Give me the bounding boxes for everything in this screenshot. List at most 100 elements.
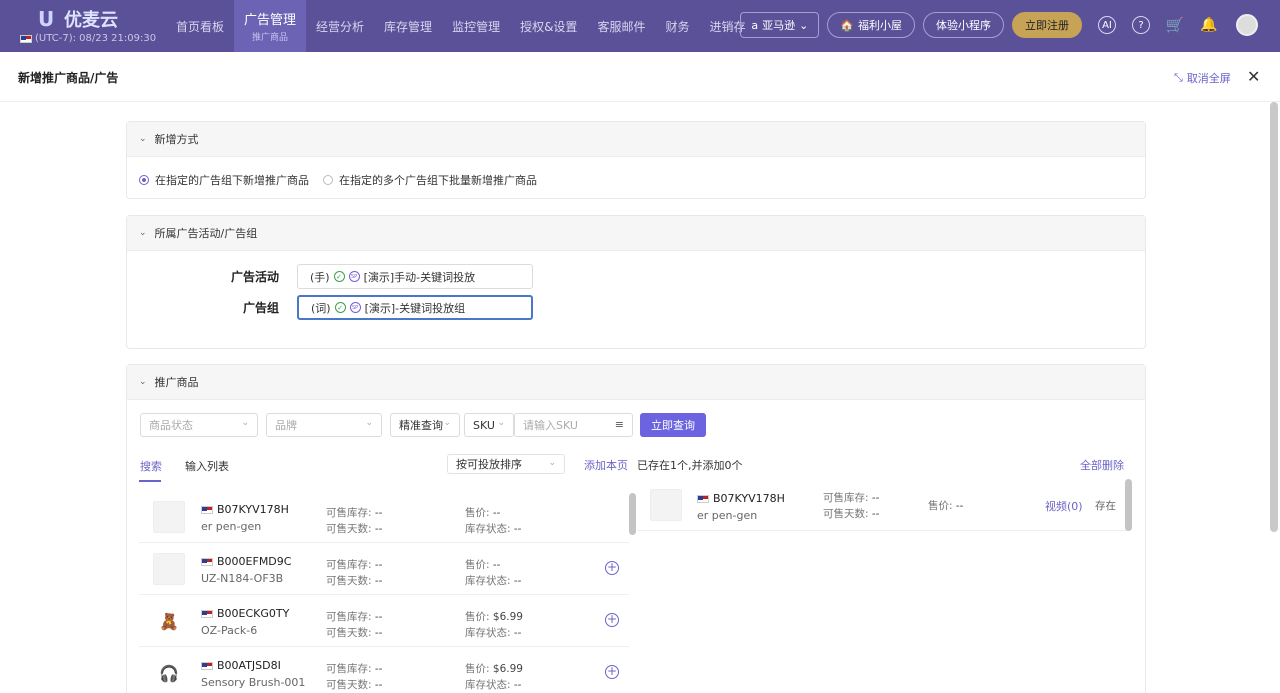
asin-text: B000EFMD9C [217, 555, 292, 568]
asin-text: B00ATJSD8I [217, 659, 281, 672]
nav-ads-management[interactable]: 广告管理 推广商品 [234, 0, 307, 52]
added-scrollbar[interactable] [1125, 479, 1132, 531]
product-thumbnail [650, 489, 682, 521]
add-page-link[interactable]: 添加本页 [584, 457, 628, 473]
ai-icon[interactable]: AI [1098, 16, 1116, 34]
field-value: -- [374, 627, 383, 639]
chevron-down-icon: ⌄ [139, 228, 147, 238]
days-field: 可售天数: -- [326, 677, 382, 692]
nav-label: 经营分析 [316, 19, 365, 34]
chevron-down-icon: ⌄ [548, 458, 556, 468]
field-select[interactable]: SKU ⌄ [464, 413, 514, 437]
list-item: 🧸 B00ECKG0TY OZ-Pack-6 可售库存: -- 可售天数: --… [139, 595, 629, 647]
radio-multi-group[interactable]: 在指定的多个广告组下批量新增推广商品 [323, 172, 537, 188]
product-thumbnail [153, 501, 185, 533]
exists-status: 存在 [1095, 500, 1116, 512]
field-value: -- [871, 508, 880, 520]
shrink-icon: ⤡ [1174, 71, 1183, 84]
field-value: -- [374, 575, 383, 587]
nav-finance[interactable]: 财务 [655, 0, 699, 52]
products-header[interactable]: ⌄ 推广商品 [127, 365, 1145, 400]
nav-business-analysis[interactable]: 经营分析 [306, 0, 374, 52]
mini-program-label: 体验小程序 [936, 19, 991, 32]
chevron-down-icon: ⌄ [365, 418, 373, 428]
asin-text: B07KYV178H [217, 503, 289, 516]
cart-icon[interactable]: 🛒 [1166, 16, 1185, 34]
results-scrollbar[interactable] [629, 493, 636, 535]
product-asin: B00ECKG0TY [201, 607, 289, 620]
tab-input-list[interactable]: 输入列表 [185, 458, 229, 474]
field-label: 库存状态: [465, 523, 511, 535]
ad-group-select[interactable]: (词) ✓ SP [演示]-关键词投放组 [297, 295, 533, 320]
field-value: -- [374, 663, 383, 675]
page-scrollbar[interactable] [1270, 102, 1278, 532]
query-button[interactable]: 立即查询 [640, 413, 706, 437]
group-type: (词) [311, 301, 331, 315]
nav-service-mail[interactable]: 客服邮件 [587, 0, 655, 52]
timezone-clock: (UTC-7): 08/23 21:09:30 [20, 33, 156, 44]
campaign-value: [演示]手动-关键词投放 [363, 270, 476, 284]
radio-single-group[interactable]: 在指定的广告组下新增推广商品 [139, 172, 309, 188]
nav-monitoring[interactable]: 监控管理 [442, 0, 510, 52]
nav-label: 客服邮件 [597, 19, 646, 34]
inv-status-field: 库存状态: -- [465, 677, 521, 692]
delete-all-link[interactable]: 全部删除 [1080, 457, 1124, 473]
nav-dashboard[interactable]: 首页看板 [166, 0, 234, 52]
campaign-select[interactable]: (手) ✓ SP [演示]手动-关键词投放 [297, 264, 533, 289]
amazon-icon: a [751, 18, 759, 32]
main-nav: 首页看板 广告管理 推广商品 经营分析 库存管理 监控管理 授权&设置 客服邮件… [166, 0, 755, 52]
nav-auth-settings[interactable]: 授权&设置 [510, 0, 587, 52]
product-sku: Sensory Brush-001 [201, 676, 306, 689]
tab-search[interactable]: 搜索 [140, 458, 162, 474]
mini-program-button[interactable]: 体验小程序 [923, 12, 1004, 38]
add-product-button[interactable]: + [605, 613, 619, 627]
help-icon[interactable]: ? [1132, 16, 1150, 34]
us-flag-icon [697, 494, 709, 503]
gift-icon: 🏠 [840, 18, 854, 32]
list-item: B07KYV178H er pen-gen 可售库存: -- 可售天数: -- … [637, 479, 1127, 531]
days-field: 可售天数: -- [326, 625, 382, 640]
welfare-button[interactable]: 🏠 福利小屋 [827, 12, 915, 38]
nav-label: 首页看板 [176, 19, 225, 34]
sort-select[interactable]: 按可投放排序 ⌄ [447, 454, 565, 474]
field-value: -- [374, 559, 383, 571]
product-status-select[interactable]: 商品状态 ⌄ [140, 413, 258, 437]
close-icon[interactable]: ✕ [1247, 67, 1260, 86]
add-product-button[interactable]: + [605, 561, 619, 575]
sku-input[interactable]: 请输入SKU ≡ [514, 413, 633, 437]
register-button[interactable]: 立即注册 [1012, 12, 1082, 38]
product-thumbnail [153, 553, 185, 585]
video-link[interactable]: 视频(0) [1045, 498, 1083, 514]
logo-icon: U [38, 7, 55, 31]
select-value: 精准查询 [399, 419, 443, 432]
field-label: 可售库存: [326, 663, 372, 675]
exit-fullscreen-button[interactable]: ⤡ 取消全屏 [1174, 70, 1231, 86]
nav-inventory[interactable]: 库存管理 [374, 0, 442, 52]
app-logo[interactable]: U 优麦云 [38, 6, 118, 32]
select-placeholder: 品牌 [275, 419, 297, 432]
list-icon[interactable]: ≡ [615, 418, 624, 431]
field-label: 库存状态: [465, 679, 511, 691]
select-placeholder: 商品状态 [149, 419, 193, 432]
price-field: 售价: $6.99 [465, 661, 523, 676]
campaign-label: 广告活动 [230, 270, 279, 284]
add-product-button[interactable]: + [605, 665, 619, 679]
field-value: -- [955, 500, 964, 512]
avatar[interactable] [1236, 14, 1258, 36]
product-asin: B000EFMD9C [201, 555, 291, 568]
radio-dot [323, 175, 333, 185]
marketplace-select[interactable]: a 亚马逊 ⌄ [740, 12, 820, 38]
field-label: 可售天数: [326, 627, 372, 639]
bell-icon[interactable]: 🔔 [1200, 16, 1218, 34]
radio-label: 在指定的广告组下新增推广商品 [155, 174, 309, 187]
price-field: 售价: -- [465, 505, 500, 520]
brand-select[interactable]: 品牌 ⌄ [266, 413, 382, 437]
us-flag-icon [201, 661, 213, 670]
field-label: 库存状态: [465, 575, 511, 587]
campaign-group-header[interactable]: ⌄ 所属广告活动/广告组 [127, 216, 1145, 251]
field-value: -- [513, 627, 522, 639]
days-field: 可售天数: -- [823, 506, 879, 521]
match-mode-select[interactable]: 精准查询 ⌄ [390, 413, 460, 437]
product-asin: B07KYV178H [201, 503, 289, 516]
add-mode-header[interactable]: ⌄ 新增方式 [127, 122, 1145, 157]
